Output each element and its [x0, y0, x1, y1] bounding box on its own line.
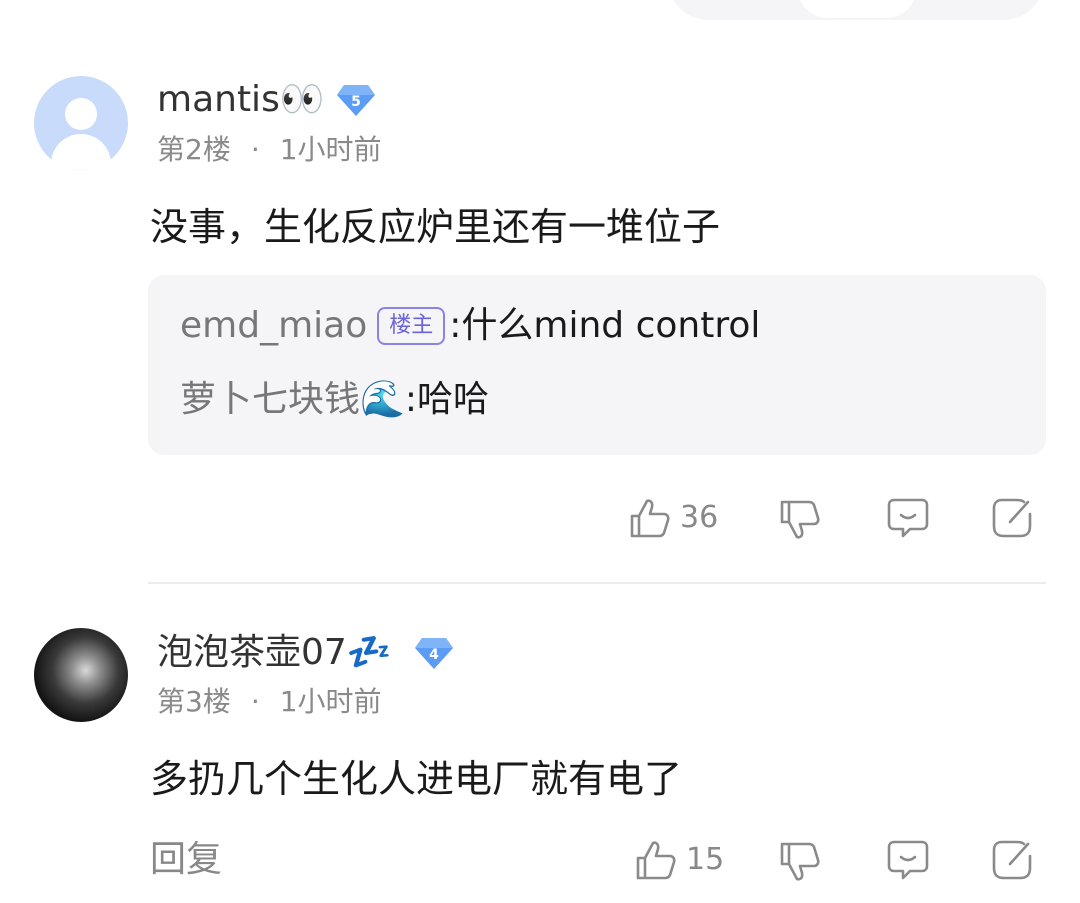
level-number: 4: [429, 647, 439, 663]
thumbs-down-icon[interactable]: [778, 498, 822, 542]
avatar-body-shape: [51, 134, 111, 170]
post-time: 1小时前: [279, 685, 382, 718]
sub-replies-box[interactable]: emd_miao 楼主 : 什么mind control 萝卜七块钱🌊 : 哈哈: [148, 275, 1046, 455]
avatar-photo[interactable]: [34, 628, 128, 722]
sub-reply-separator: :: [449, 305, 462, 346]
thumbs-up-icon[interactable]: [634, 838, 678, 882]
floor-number: 第2楼: [157, 133, 231, 166]
floor-number: 第3楼: [157, 685, 231, 718]
sub-reply-user[interactable]: emd_miao: [180, 303, 367, 349]
sub-reply-user[interactable]: 萝卜七块钱🌊: [180, 377, 405, 423]
comment-bubble-icon[interactable]: [886, 838, 930, 882]
comment-bubble-icon[interactable]: [886, 496, 930, 540]
share-edit-icon[interactable]: [990, 496, 1034, 540]
level-diamond-icon: 4: [415, 638, 453, 669]
thumbs-down-icon[interactable]: [778, 840, 822, 884]
op-tag: 楼主: [377, 307, 446, 345]
meta-separator: ·: [250, 685, 260, 718]
sub-reply-text: 哈哈: [416, 379, 489, 420]
sub-reply[interactable]: 萝卜七块钱🌊 : 哈哈: [180, 377, 489, 423]
sub-reply-text: 什么mind control: [461, 305, 761, 346]
comment-username[interactable]: 泡泡茶壶07💤: [157, 631, 392, 675]
sub-reply[interactable]: emd_miao 楼主 : 什么mind control: [180, 303, 760, 349]
comment-username[interactable]: mantis👀: [157, 78, 325, 122]
like-count: 15: [686, 842, 725, 877]
post-time: 1小时前: [279, 133, 382, 166]
reply-button[interactable]: 回复: [150, 838, 222, 882]
meta-separator: ·: [250, 133, 260, 166]
share-edit-icon[interactable]: [990, 838, 1034, 882]
thumbs-up-icon[interactable]: [628, 496, 672, 540]
comment-content[interactable]: 没事，生化反应炉里还有一堆位子: [150, 203, 720, 251]
top-bar-button-partial[interactable]: [798, 0, 916, 18]
avatar-head-shape: [65, 98, 97, 130]
avatar-default[interactable]: [34, 76, 128, 170]
comment-divider: [148, 582, 1046, 584]
level-diamond-icon: 5: [337, 85, 375, 116]
comment-meta: 第3楼 · 1小时前: [157, 685, 382, 719]
level-number: 5: [351, 94, 361, 110]
sub-reply-separator: :: [404, 379, 417, 420]
like-count: 36: [680, 500, 719, 535]
comment-meta: 第2楼 · 1小时前: [157, 133, 382, 167]
comment-content[interactable]: 多扔几个生化人进电厂就有电了: [150, 755, 682, 803]
